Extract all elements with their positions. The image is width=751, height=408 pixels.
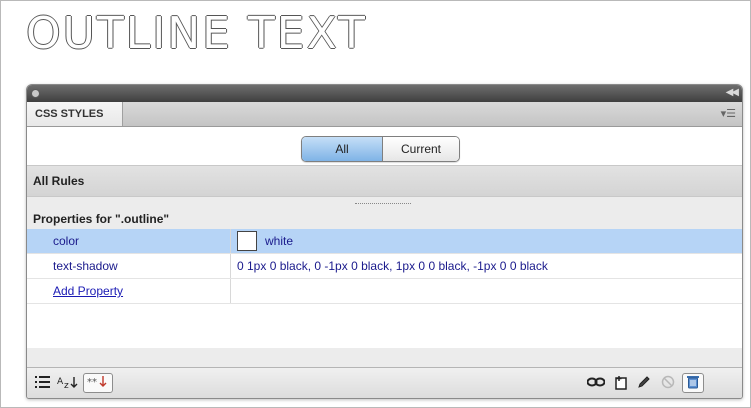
- category-view-icon[interactable]: [35, 375, 51, 389]
- collapse-icon[interactable]: ◀◀: [726, 87, 739, 98]
- property-value-cell[interactable]: white: [231, 229, 293, 253]
- tab-row: CSS STYLES ▾☰: [27, 102, 742, 127]
- properties-empty-area: [27, 304, 742, 348]
- attach-stylesheet-icon[interactable]: [587, 375, 605, 389]
- panel-titlebar[interactable]: ◀◀: [27, 85, 742, 102]
- property-value[interactable]: white: [265, 229, 293, 253]
- svg-text:A: A: [57, 377, 64, 387]
- tab-css-styles[interactable]: CSS STYLES: [27, 102, 123, 126]
- alphabetical-view-icon[interactable]: Az: [57, 375, 79, 389]
- new-rule-icon[interactable]: [613, 375, 629, 391]
- splitter-grip[interactable]: [355, 203, 411, 204]
- add-property-link[interactable]: Add Property: [53, 284, 123, 298]
- property-name[interactable]: color: [27, 229, 231, 253]
- panel-menu-icon[interactable]: ▾☰: [721, 107, 736, 120]
- property-row-color[interactable]: color white: [27, 229, 742, 254]
- close-dot-icon[interactable]: [31, 89, 40, 98]
- property-row-text-shadow[interactable]: text-shadow 0 1px 0 black, 0 -1px 0 blac…: [27, 254, 742, 279]
- svg-text:z: z: [64, 381, 69, 389]
- view-toggle: All Current: [301, 136, 460, 162]
- view-toggle-row: All Current: [27, 127, 742, 165]
- panel-footer: Az **: [27, 367, 742, 398]
- properties-table: color white text-shadow 0 1px 0 black, 0…: [27, 229, 742, 348]
- color-swatch[interactable]: [237, 231, 257, 251]
- outline-text-preview: OUTLINE TEXT: [26, 8, 367, 59]
- set-properties-only-icon[interactable]: **: [83, 373, 113, 393]
- edit-rule-icon[interactable]: [637, 375, 651, 389]
- delete-icon[interactable]: [682, 373, 704, 393]
- empty-value-cell: [231, 279, 237, 303]
- all-rules-header[interactable]: All Rules: [27, 165, 742, 197]
- property-value[interactable]: 0 1px 0 black, 0 -1px 0 black, 1px 0 0 b…: [231, 254, 548, 278]
- current-button[interactable]: Current: [383, 137, 459, 161]
- property-name[interactable]: text-shadow: [27, 254, 231, 278]
- disable-property-icon[interactable]: [661, 375, 675, 389]
- properties-header: Properties for ".outline": [27, 209, 742, 229]
- all-button[interactable]: All: [302, 137, 383, 161]
- pane-splitter[interactable]: [27, 197, 742, 209]
- add-property-cell: Add Property: [27, 279, 231, 303]
- property-row-add: Add Property: [27, 279, 742, 304]
- css-styles-panel: ◀◀ CSS STYLES ▾☰ All Current All Rules P…: [26, 84, 743, 399]
- svg-text:**: **: [87, 377, 97, 388]
